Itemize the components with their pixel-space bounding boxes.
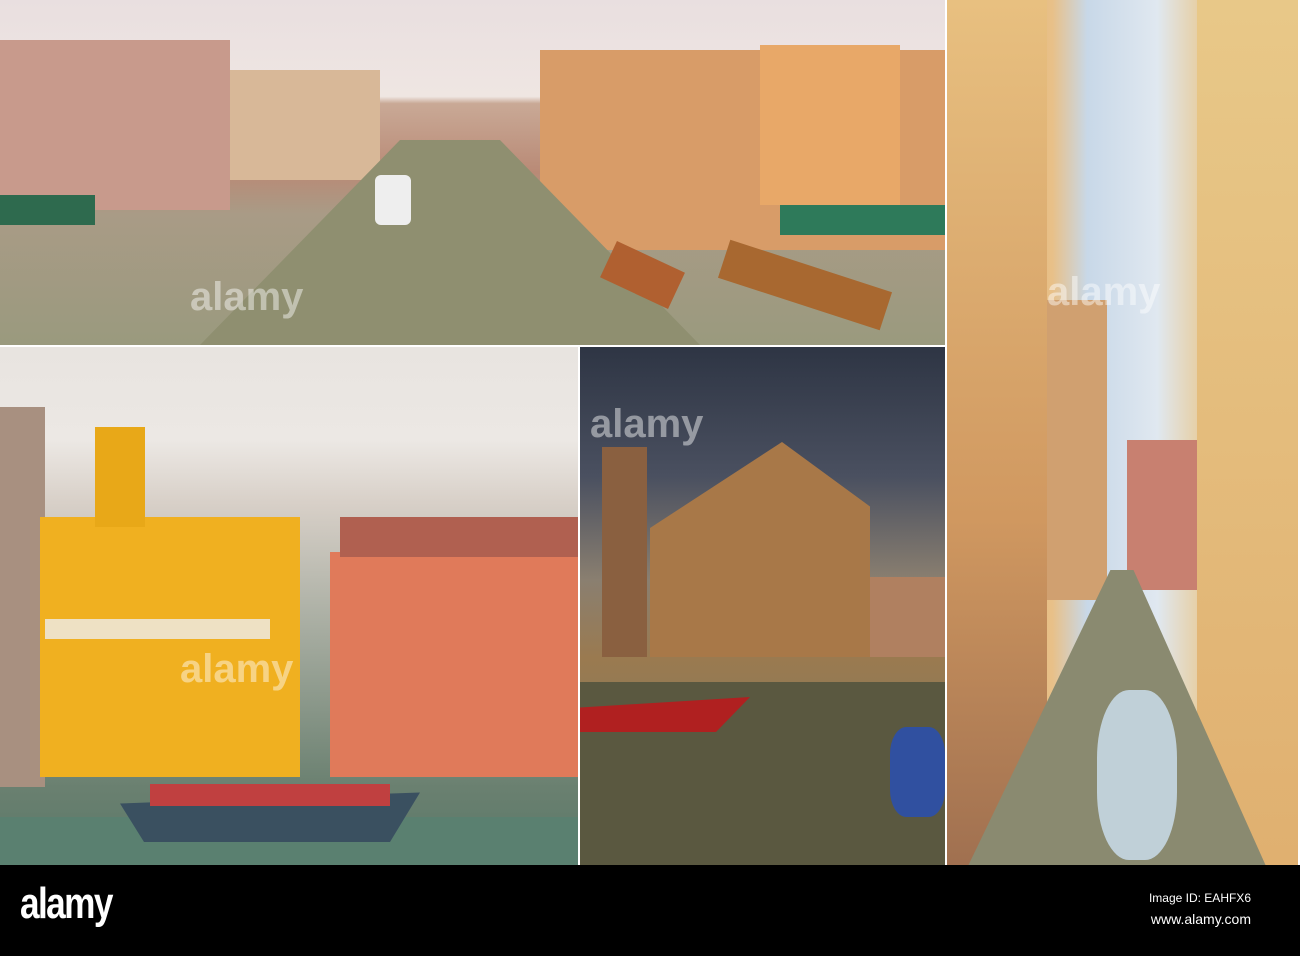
chimney xyxy=(95,427,145,527)
church xyxy=(650,442,870,657)
building xyxy=(760,45,900,205)
website-url: www.alamy.com xyxy=(1150,911,1251,927)
watermark: alamy xyxy=(180,647,294,691)
sky-reflection xyxy=(1097,690,1177,860)
awning xyxy=(0,195,95,225)
photo-narrow-canal: alamy xyxy=(947,0,1298,865)
blue-boat xyxy=(890,727,945,817)
red-house xyxy=(330,552,578,777)
boat-cover xyxy=(150,784,390,806)
photo-church-night: alamy xyxy=(580,347,945,865)
awning xyxy=(780,205,945,235)
building-right xyxy=(1197,0,1298,865)
photo-colorful-houses: alamy xyxy=(0,347,578,865)
watermark: alamy xyxy=(590,402,704,446)
building-left xyxy=(1047,300,1107,600)
building-left xyxy=(0,40,230,210)
footer-bar: alamy Image ID: EAHFX6 www.alamy.com xyxy=(0,865,1300,956)
watermark: alamy xyxy=(1047,270,1161,314)
bell-tower xyxy=(602,447,647,657)
vaporetto xyxy=(375,175,411,225)
building xyxy=(230,70,380,180)
alamy-logo: alamy xyxy=(20,879,113,928)
laundry xyxy=(45,619,270,639)
building xyxy=(870,577,945,657)
watermark: alamy xyxy=(190,275,304,319)
roof xyxy=(340,517,578,557)
image-id: Image ID: EAHFX6 xyxy=(1148,891,1251,905)
boat xyxy=(717,239,893,331)
building xyxy=(1127,440,1197,590)
photo-grand-canal: alamy xyxy=(0,0,945,345)
building xyxy=(0,407,45,787)
